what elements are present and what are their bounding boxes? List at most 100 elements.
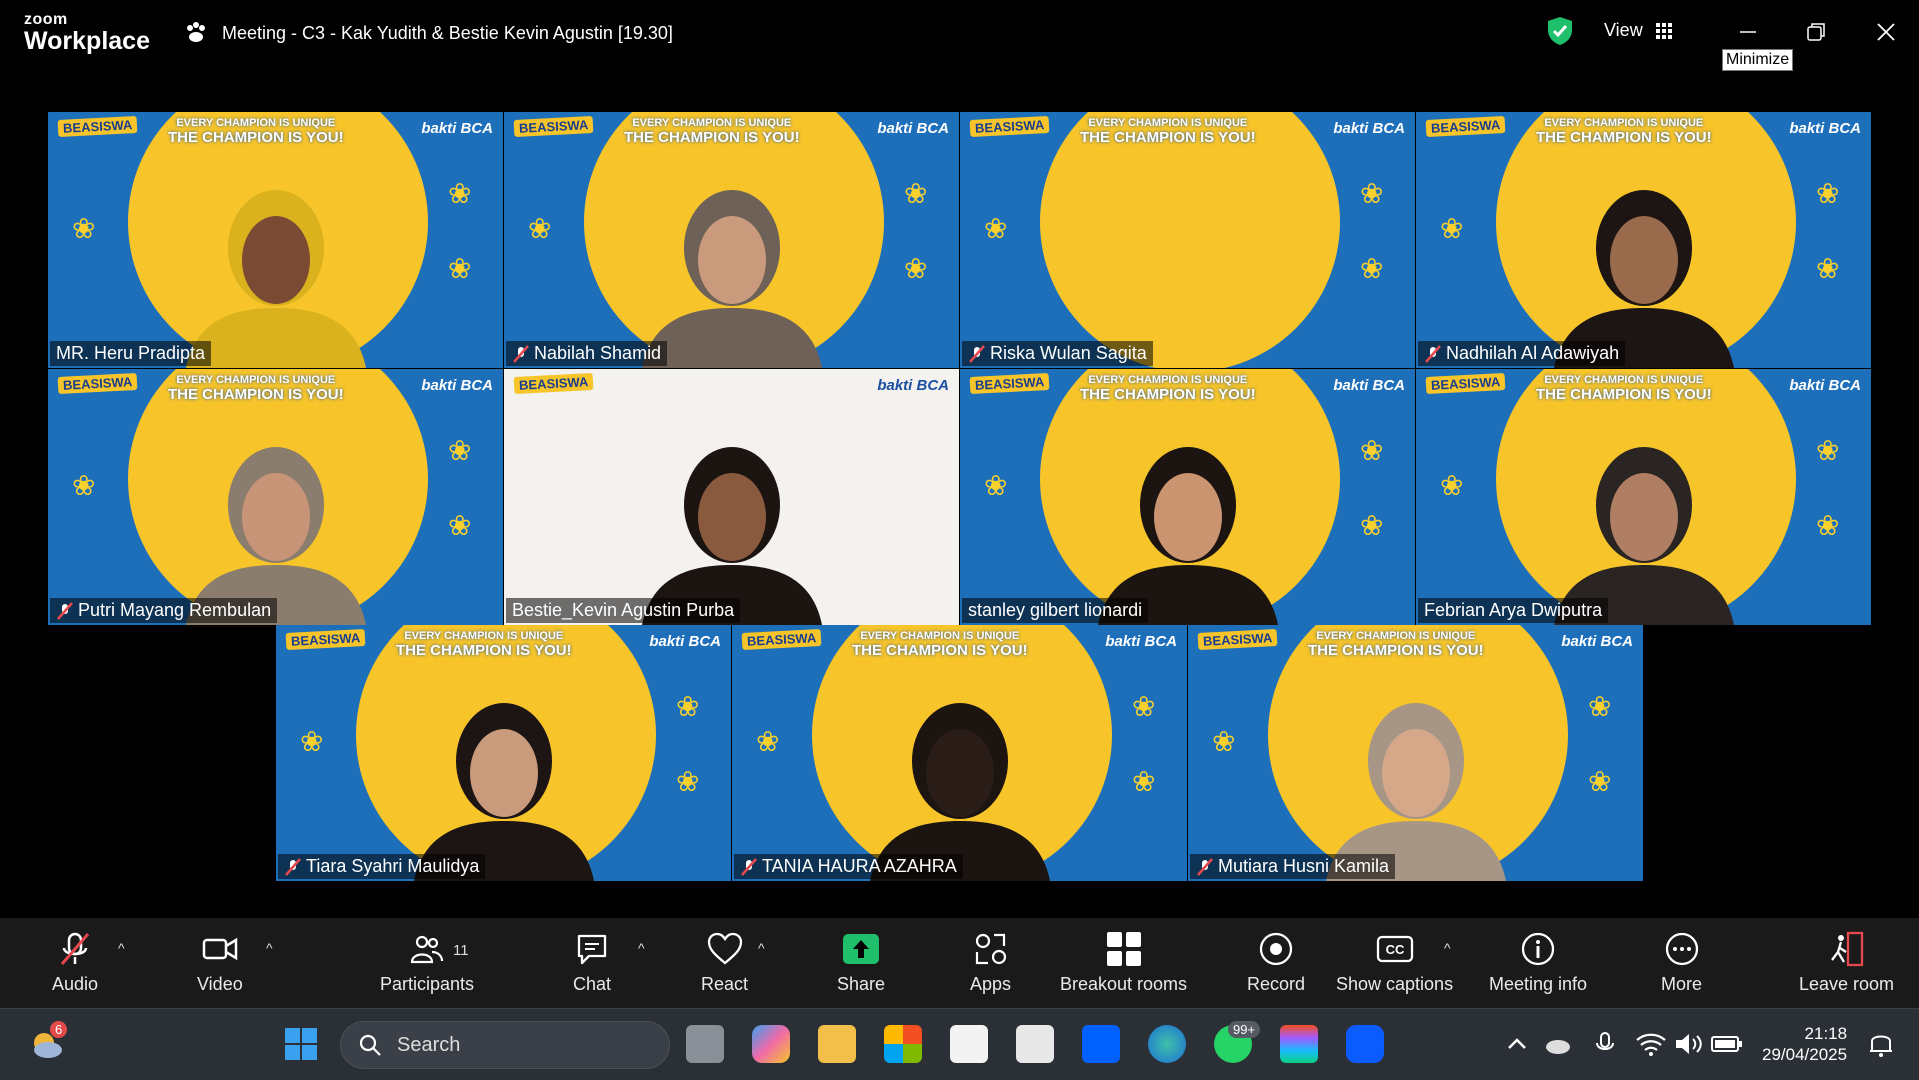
- participant-name: Putri Mayang Rembulan: [78, 600, 272, 620]
- flower-decoration-icon: ❀: [1588, 766, 1612, 797]
- microphone-tray-icon[interactable]: [1588, 1025, 1626, 1063]
- meeting-title: Meeting - C3 - Kak Yudith & Bestie Kevin…: [184, 20, 673, 46]
- windows-start-icon[interactable]: [282, 1025, 320, 1063]
- info-icon: [1521, 932, 1555, 966]
- participant-tile[interactable]: BEASISWA bakti BCA Bestie_Kevin Agustin Pu…: [504, 369, 959, 625]
- edge-icon[interactable]: [1148, 1025, 1186, 1063]
- amazon-icon[interactable]: [950, 1025, 988, 1063]
- flower-decoration-icon: ❀: [72, 213, 96, 244]
- flower-decoration-icon: ❀: [448, 510, 472, 541]
- champion-banner: EVERY CHAMPION IS UNIQUE THE CHAMPION IS …: [1536, 117, 1712, 145]
- encryption-shield-icon[interactable]: [1546, 16, 1574, 46]
- breakout-rooms-button[interactable]: Breakout rooms: [1060, 930, 1187, 995]
- wifi-icon[interactable]: [1632, 1025, 1670, 1063]
- meeting-toolbar: Audio ^ Video ^ Participants 11 Chat ^ R…: [0, 918, 1919, 1008]
- participant-tile[interactable]: BEASISWA bakti BCA EVERY CHAMPION IS UNIQU…: [960, 369, 1415, 625]
- video-button[interactable]: Video: [197, 930, 243, 995]
- flower-decoration-icon: ❀: [72, 470, 96, 501]
- flower-decoration-icon: ❀: [676, 691, 700, 722]
- participant-nameplate: Nabilah Shamid: [506, 341, 668, 366]
- participant-name: Nabilah Shamid: [534, 343, 662, 363]
- flower-decoration-icon: ❀: [1132, 691, 1156, 722]
- minimize-icon: [1740, 31, 1756, 33]
- participant-tile[interactable]: BEASISWA bakti BCA EVERY CHAMPION IS UNIQU…: [1416, 112, 1871, 368]
- beasiswa-logo: BEASISWA: [741, 628, 822, 651]
- zoom-workplace-logo: zoom Workplace: [24, 12, 150, 54]
- share-label: Share: [837, 974, 886, 994]
- leave-room-button[interactable]: Leave room: [1799, 930, 1894, 995]
- system-clock[interactable]: 21:18 29/04/2025: [1762, 1023, 1847, 1066]
- participant-tile[interactable]: BEASISWA bakti BCA EVERY CHAMPION IS UNIQU…: [1416, 369, 1871, 625]
- volume-icon[interactable]: [1670, 1025, 1708, 1063]
- participant-tile[interactable]: BEASISWA bakti BCA EVERY CHAMPION IS UNIQU…: [960, 112, 1415, 368]
- breakout-rooms-icon: [1106, 932, 1141, 966]
- more-button[interactable]: More: [1661, 930, 1702, 995]
- banner-line-1: EVERY CHAMPION IS UNIQUE: [1088, 374, 1248, 386]
- flower-decoration-icon: ❀: [984, 213, 1008, 244]
- chat-options-caret[interactable]: ^: [638, 940, 645, 956]
- participant-tile[interactable]: BEASISWA bakti BCA EVERY CHAMPION IS UNIQU…: [48, 369, 503, 625]
- bakti-bca-logo: bakti BCA: [877, 120, 949, 137]
- participant-video-silhouette: [641, 447, 822, 625]
- participant-name: Bestie_Kevin Agustin Purba: [512, 600, 735, 620]
- bakti-bca-logo: bakti BCA: [1105, 633, 1177, 650]
- audio-button[interactable]: Audio: [52, 930, 98, 995]
- minimize-button[interactable]: [1730, 14, 1766, 50]
- beasiswa-logo: BEASISWA: [969, 372, 1050, 395]
- figma-icon[interactable]: [1280, 1025, 1318, 1063]
- participants-button[interactable]: Participants: [380, 930, 474, 995]
- audio-options-caret[interactable]: ^: [118, 940, 125, 956]
- flower-decoration-icon: ❀: [1360, 510, 1384, 541]
- participant-tile[interactable]: BEASISWA bakti BCA EVERY CHAMPION IS UNIQU…: [276, 625, 731, 881]
- restore-button[interactable]: [1798, 14, 1834, 50]
- participant-name: stanley gilbert lionardi: [968, 600, 1143, 620]
- chat-label: Chat: [573, 974, 612, 994]
- amazon-appstore-icon[interactable]: [1016, 1025, 1054, 1063]
- react-options-caret[interactable]: ^: [758, 940, 765, 956]
- heart-icon: [707, 932, 742, 965]
- flower-decoration-icon: ❀: [756, 726, 780, 757]
- battery-icon[interactable]: [1708, 1025, 1746, 1063]
- svg-text:CC: CC: [1385, 942, 1404, 957]
- react-button[interactable]: React: [701, 930, 748, 995]
- participant-tile[interactable]: BEASISWA bakti BCA EVERY CHAMPION IS UNIQU…: [504, 112, 959, 368]
- dropbox-icon[interactable]: [1082, 1025, 1120, 1063]
- bakti-bca-logo: bakti BCA: [1561, 633, 1633, 650]
- record-label: Record: [1247, 974, 1306, 994]
- onedrive-cloud-icon[interactable]: [1538, 1025, 1576, 1063]
- banner-line-2: THE CHAMPION IS YOU!: [1080, 385, 1256, 403]
- participant-tile[interactable]: BEASISWA bakti BCA EVERY CHAMPION IS UNIQU…: [1188, 625, 1643, 881]
- participant-nameplate: Bestie_Kevin Agustin Purba: [506, 598, 741, 623]
- microsoft-store-icon[interactable]: [884, 1025, 922, 1063]
- captions-options-caret[interactable]: ^: [1444, 940, 1451, 956]
- video-options-caret[interactable]: ^: [266, 940, 273, 956]
- meeting-info-button[interactable]: Meeting info: [1489, 930, 1587, 995]
- champion-banner: EVERY CHAMPION IS UNIQUE THE CHAMPION IS …: [852, 630, 1028, 658]
- chat-button[interactable]: Chat: [573, 930, 611, 995]
- apps-button[interactable]: Apps: [970, 930, 1011, 995]
- mic-muted-icon: [57, 601, 73, 620]
- taskbar-search[interactable]: Search: [340, 1021, 670, 1069]
- flower-decoration-icon: ❀: [1360, 253, 1384, 284]
- show-captions-button[interactable]: CC Show captions: [1336, 930, 1453, 995]
- participant-name: Riska Wulan Sagita: [990, 343, 1147, 363]
- video-gallery: BEASISWA bakti BCA EVERY CHAMPION IS UNIQU…: [48, 112, 1872, 882]
- copilot-icon[interactable]: [752, 1025, 790, 1063]
- brand-top: zoom: [24, 11, 68, 28]
- notifications-icon[interactable]: [1862, 1025, 1900, 1063]
- zoom-taskbar-icon[interactable]: [1346, 1025, 1384, 1063]
- chevron-up-icon[interactable]: [1498, 1025, 1536, 1063]
- participant-nameplate: Febrian Arya Dwiputra: [1418, 598, 1609, 623]
- banner-line-2: THE CHAMPION IS YOU!: [168, 385, 344, 403]
- close-button[interactable]: [1868, 14, 1904, 50]
- view-button[interactable]: View: [1604, 20, 1673, 41]
- leave-room-label: Leave room: [1799, 974, 1895, 994]
- participant-tile[interactable]: BEASISWA bakti BCA EVERY CHAMPION IS UNIQU…: [48, 112, 503, 368]
- flower-decoration-icon: ❀: [448, 435, 472, 466]
- task-view-icon[interactable]: [686, 1025, 724, 1063]
- paw-icon: [187, 22, 205, 42]
- participant-tile[interactable]: BEASISWA bakti BCA EVERY CHAMPION IS UNIQU…: [732, 625, 1187, 881]
- share-button[interactable]: Share: [837, 930, 885, 995]
- file-explorer-icon[interactable]: [818, 1025, 856, 1063]
- record-button[interactable]: Record: [1247, 930, 1305, 995]
